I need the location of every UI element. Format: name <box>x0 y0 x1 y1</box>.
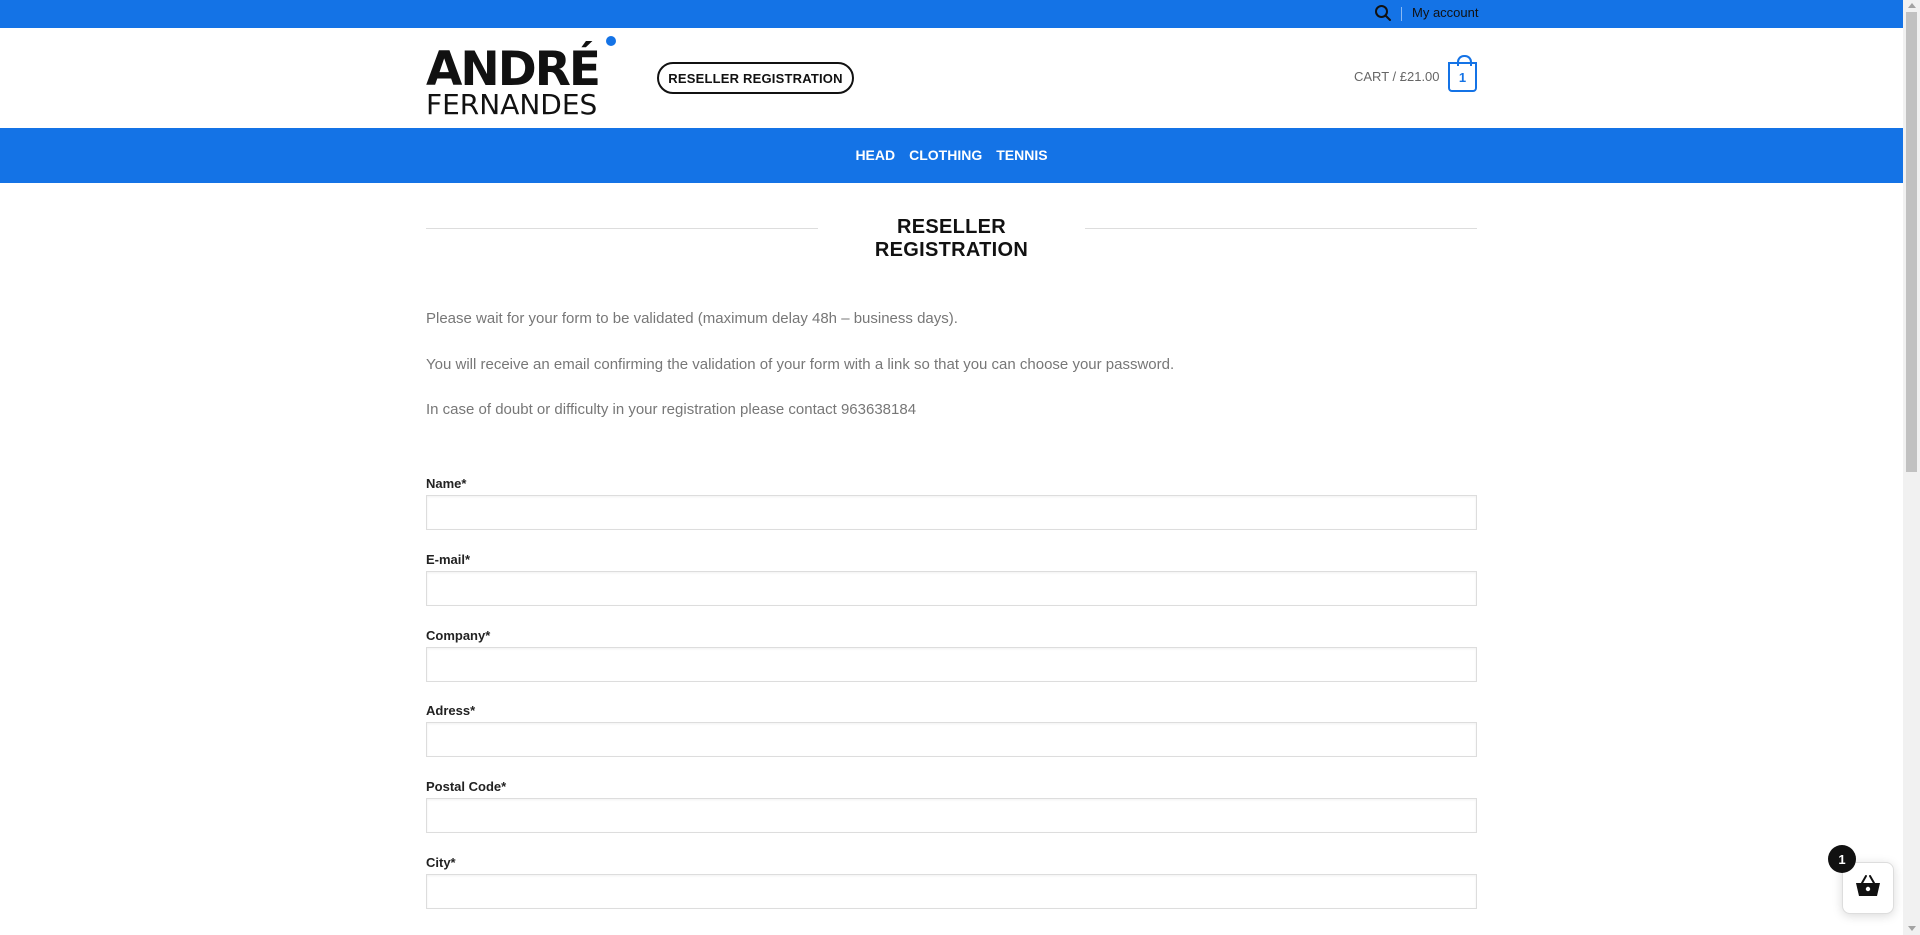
reseller-registration-button[interactable]: RESELLER REGISTRATION <box>657 62 854 94</box>
page-title-row: RESELLER REGISTRATION <box>426 212 1477 261</box>
search-icon[interactable] <box>1374 4 1392 22</box>
page-scrollbar[interactable] <box>1903 0 1920 935</box>
scroll-down-icon[interactable] <box>1908 926 1916 931</box>
name-input[interactable] <box>426 495 1477 530</box>
nav-item-clothing[interactable]: CLOTHING <box>909 147 982 163</box>
postal-code-input[interactable] <box>426 798 1477 833</box>
cart-bag-icon[interactable]: 1 <box>1448 55 1477 92</box>
intro-paragraph: You will receive an email confirming the… <box>426 356 1175 373</box>
basket-icon <box>1854 874 1882 903</box>
company-input[interactable] <box>426 647 1477 682</box>
intro-paragraph: In case of doubt or difficulty in your r… <box>426 401 917 418</box>
email-input[interactable] <box>426 571 1477 606</box>
postal-code-label: Postal Code* <box>426 779 507 794</box>
top-bar: My account <box>0 0 1903 28</box>
main-nav: HEAD CLOTHING TENNIS <box>0 128 1903 183</box>
title-divider-left <box>426 228 818 229</box>
logo-line-1: ANDRÉ <box>426 42 601 97</box>
address-label: Adress* <box>426 703 476 718</box>
scroll-up-icon[interactable] <box>1908 3 1916 8</box>
cart-total-link[interactable]: CART / £21.00 <box>1354 69 1440 84</box>
city-input[interactable] <box>426 874 1477 909</box>
top-bar-divider <box>1401 7 1402 21</box>
my-account-link[interactable]: My account <box>1412 5 1478 20</box>
logo-dot <box>606 36 616 46</box>
site-header: ANDRÉ FERNANDES RESELLER REGISTRATION CA… <box>0 28 1903 128</box>
logo-line-2: FERNANDES <box>426 88 598 121</box>
city-label: City* <box>426 855 456 870</box>
page-title: RESELLER REGISTRATION <box>874 216 1029 261</box>
cart-count: 1 <box>1458 69 1467 85</box>
title-divider-right <box>1085 228 1477 229</box>
scrollbar-thumb[interactable] <box>1906 12 1917 472</box>
intro-paragraph: Please wait for your form to be validate… <box>426 310 958 327</box>
email-label: E-mail* <box>426 552 471 567</box>
site-logo[interactable]: ANDRÉ FERNANDES <box>426 36 628 120</box>
nav-item-head[interactable]: HEAD <box>855 147 895 163</box>
name-label: Name* <box>426 476 467 491</box>
nav-item-tennis[interactable]: TENNIS <box>996 147 1047 163</box>
address-input[interactable] <box>426 722 1477 757</box>
floating-cart-count: 1 <box>1828 845 1856 873</box>
company-label: Company* <box>426 628 491 643</box>
